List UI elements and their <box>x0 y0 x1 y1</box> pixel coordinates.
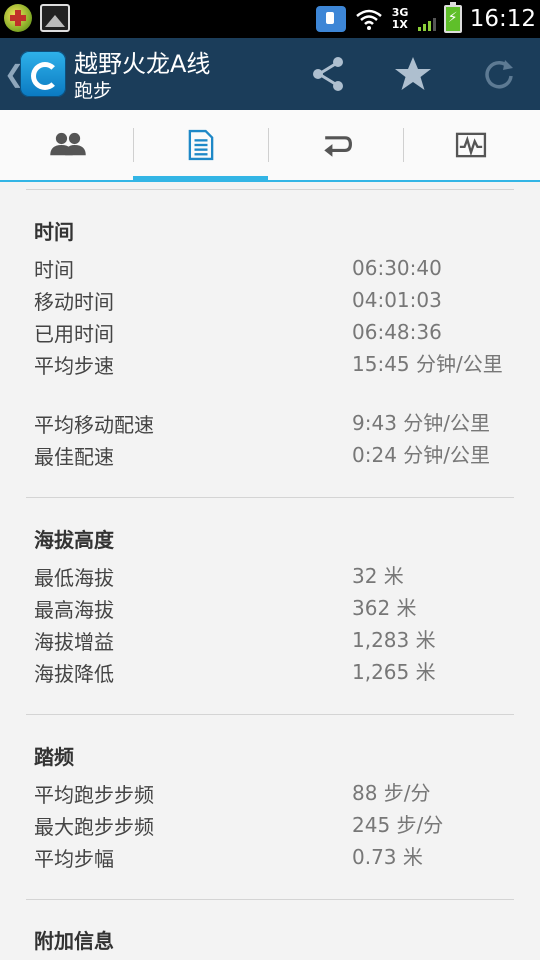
refresh-icon <box>485 60 513 89</box>
battery-charging-icon <box>443 2 462 33</box>
star-icon <box>395 57 431 90</box>
tab-participants[interactable] <box>0 110 135 180</box>
row-value: 04:01:03 <box>352 288 442 312</box>
notification-icons <box>4 4 70 32</box>
app-icon[interactable] <box>20 51 66 97</box>
row-label: 海拔降低 <box>34 662 114 686</box>
row-value: 32 米 <box>352 564 404 588</box>
row-value: 0:24 分钟/公里 <box>352 443 491 467</box>
chart-icon <box>455 132 486 158</box>
signal-icon: 3G 1X <box>392 7 436 31</box>
row-value: 0.73 米 <box>352 845 423 869</box>
row-label: 平均步幅 <box>34 847 114 871</box>
tab-charts[interactable] <box>403 110 538 180</box>
activity-type: 跑步 <box>74 80 113 102</box>
share-icon <box>313 57 343 91</box>
section-title-time: 时间 <box>34 220 74 244</box>
tab-bar <box>0 110 540 182</box>
row-label: 最低海拔 <box>34 566 114 590</box>
row-label: 海拔增益 <box>34 630 114 654</box>
row-label: 最高海拔 <box>34 598 114 622</box>
divider <box>26 189 514 190</box>
repeat-icon <box>323 136 352 157</box>
row-label: 最佳配速 <box>34 445 114 469</box>
document-icon <box>188 129 213 161</box>
status-bar: 3G 1X 16:12 <box>0 0 540 38</box>
row-label: 移动时间 <box>34 290 114 314</box>
status-icons: 3G 1X 16:12 <box>315 0 540 38</box>
row-value: 1,265 米 <box>352 660 436 684</box>
row-label: 已用时间 <box>34 322 114 346</box>
action-bar: ❮ 越野火龙A线 跑步 <box>0 38 540 110</box>
section-title-cadence: 踏频 <box>34 745 74 769</box>
section-title-additional-info: 附加信息 <box>34 929 114 953</box>
row-label: 最大跑步步频 <box>34 815 154 839</box>
favorite-button[interactable] <box>393 54 433 94</box>
app-notification-icon <box>4 4 32 32</box>
row-label: 平均跑步步频 <box>34 783 154 807</box>
row-value: 15:45 分钟/公里 <box>352 352 503 376</box>
media-icon <box>315 6 346 32</box>
divider <box>26 899 514 900</box>
share-button[interactable] <box>308 54 348 94</box>
refresh-button[interactable] <box>479 54 519 94</box>
tab-details[interactable] <box>133 110 268 182</box>
activity-title: 越野火龙A线 <box>74 50 211 78</box>
divider <box>26 714 514 715</box>
clock: 16:12 <box>469 6 536 32</box>
row-value: 245 步/分 <box>352 813 444 837</box>
row-value: 9:43 分钟/公里 <box>352 411 491 435</box>
row-value: 362 米 <box>352 596 417 620</box>
wifi-icon <box>354 6 384 32</box>
image-notification-icon <box>40 4 70 32</box>
row-label: 时间 <box>34 258 74 282</box>
people-icon <box>49 132 86 156</box>
details-panel[interactable]: 时间 时间 06:30:40 移动时间 04:01:03 已用时间 06:48:… <box>0 182 540 960</box>
row-value: 06:30:40 <box>352 256 442 280</box>
tab-laps[interactable] <box>268 110 403 180</box>
row-value: 88 步/分 <box>352 781 431 805</box>
row-value: 1,283 米 <box>352 628 436 652</box>
row-label: 平均步速 <box>34 354 114 378</box>
section-title-elevation: 海拔高度 <box>34 528 114 552</box>
row-value: 06:48:36 <box>352 320 442 344</box>
divider <box>26 497 514 498</box>
row-label: 平均移动配速 <box>34 413 154 437</box>
